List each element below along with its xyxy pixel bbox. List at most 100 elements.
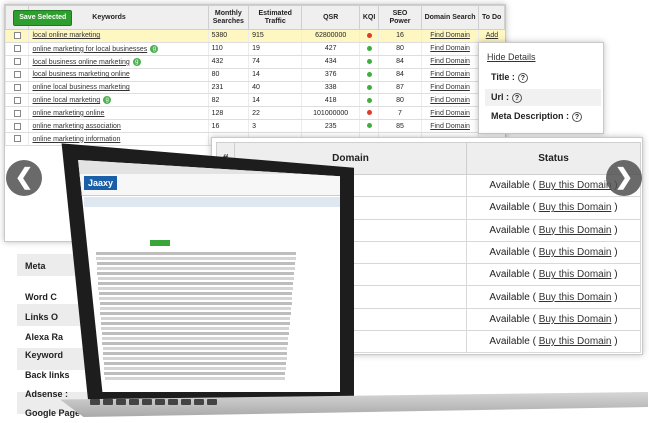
estimated-traffic-cell: 3: [248, 119, 302, 134]
row-checkbox[interactable]: [13, 109, 21, 117]
buy-domain-link[interactable]: Buy this Domain: [539, 202, 612, 213]
buy-domain-link[interactable]: Buy this Domain: [539, 314, 612, 325]
row-checkbox[interactable]: [13, 135, 21, 143]
keyword-row[interactable]: online local marketing g 82 14 418 80 Find Dom…: [5, 93, 505, 108]
status-text: Available (: [489, 180, 539, 192]
keyword-row[interactable]: local business marketing online 80 14 376 84…: [5, 68, 505, 82]
hide-details-link[interactable]: Hide Details: [487, 52, 536, 62]
estimated-traffic-cell: 915: [248, 29, 302, 43]
estimated-traffic-header[interactable]: Estimated Traffic: [248, 5, 303, 30]
buy-domain-link[interactable]: Buy this Domain: [539, 292, 612, 303]
keyword-link[interactable]: online marketing online: [32, 110, 104, 117]
buy-domain-link[interactable]: Buy this Domain: [539, 269, 612, 280]
keyword-row[interactable]: local business online marketing g 432 74 434…: [5, 55, 505, 69]
find-domain-link[interactable]: Find Domain: [430, 71, 470, 78]
row-checkbox[interactable]: [13, 96, 21, 104]
title-detail-row: Title :?: [485, 69, 601, 86]
estimated-traffic-cell: 14: [248, 68, 302, 82]
seo-power-header[interactable]: SEO Power: [378, 5, 422, 30]
next-slide-arrow-icon[interactable]: ❯: [606, 160, 642, 196]
status-text: Available (: [489, 247, 539, 259]
help-icon[interactable]: ?: [572, 111, 583, 122]
status-text: Available (: [489, 313, 539, 325]
keyword-link[interactable]: online marketing information: [32, 136, 120, 143]
find-domain-link[interactable]: Find Domain: [430, 45, 470, 52]
add-link[interactable]: Add: [486, 32, 498, 39]
buy-domain-link[interactable]: Buy this Domain: [539, 225, 612, 236]
back-links-label: Back links: [25, 370, 70, 380]
keyword-row[interactable]: online marketing for local businesses g 11…: [5, 42, 505, 56]
find-domain-link[interactable]: Find Domain: [430, 110, 470, 117]
monthly-searches-cell: 432: [207, 55, 249, 69]
keyword-details-panel: Hide Details Title :? Url :? Meta Descri…: [478, 42, 604, 134]
kqi-header[interactable]: KQI: [358, 5, 380, 30]
find-domain-link[interactable]: Find Domain: [430, 97, 470, 104]
find-domain-link[interactable]: Find Domain: [430, 123, 470, 130]
keyword-link[interactable]: local business marketing online: [32, 71, 129, 78]
keyword-link[interactable]: online local business marketing: [32, 84, 129, 91]
laptop-screen: Jaaxy: [78, 160, 340, 392]
todo-header: To Do: [478, 5, 505, 30]
previous-slide-arrow-icon[interactable]: ❮: [6, 160, 42, 196]
row-checkbox[interactable]: [13, 45, 21, 53]
row-checkbox[interactable]: [13, 32, 21, 40]
kqi-indicator-icon: [366, 58, 372, 64]
qsr-cell: 101000000: [301, 106, 360, 121]
monthly-searches-header[interactable]: Monthly Searches: [207, 5, 250, 30]
buy-domain-link[interactable]: Buy this Domain: [539, 180, 612, 191]
keywords-header[interactable]: Save Selected Keywords: [13, 5, 209, 30]
qsr-cell: 376: [301, 68, 360, 82]
keyword-link[interactable]: online local marketing: [32, 97, 100, 104]
kqi-indicator-icon: [366, 110, 372, 116]
row-checkbox[interactable]: [13, 83, 21, 91]
url-detail-row: Url :?: [485, 89, 601, 106]
row-checkbox[interactable]: [13, 58, 21, 66]
seo-power-cell: 80: [378, 42, 422, 56]
qsr-cell: 338: [301, 81, 360, 95]
estimated-traffic-cell: 40: [248, 81, 302, 95]
buy-domain-link[interactable]: Buy this Domain: [539, 247, 612, 258]
keyword-row[interactable]: local online marketing 5380 915 62800000 16 F…: [5, 29, 505, 43]
kqi-indicator-icon: [366, 71, 372, 77]
meta-description-detail-row: Meta Description :?: [485, 108, 601, 125]
seo-power-cell: 84: [378, 68, 422, 82]
kqi-indicator-icon: [366, 84, 372, 90]
find-domain-link[interactable]: Find Domain: [430, 84, 470, 91]
links-label: Links O: [25, 312, 59, 322]
keyword-row[interactable]: online local business marketing 231 40 338 8…: [5, 81, 505, 95]
monthly-searches-cell: 128: [207, 106, 249, 121]
keyword-row[interactable]: online marketing online 128 22 101000000 7 Fi…: [5, 106, 505, 121]
save-selected-button[interactable]: Save Selected: [13, 9, 73, 26]
keyword-link[interactable]: local business online marketing: [32, 59, 129, 66]
alexa-rank-label: Alexa Ra: [25, 332, 64, 342]
keyword-label: Keyword: [25, 350, 64, 360]
estimated-traffic-cell: 74: [248, 55, 302, 69]
word-count-label: Word C: [25, 292, 57, 302]
kqi-indicator-icon: [366, 97, 372, 103]
estimated-traffic-cell: 19: [248, 42, 302, 56]
row-checkbox[interactable]: [13, 70, 21, 78]
row-checkbox[interactable]: [13, 122, 21, 130]
seo-power-cell: 7: [378, 106, 422, 121]
qsr-cell: 418: [301, 93, 360, 108]
seo-power-cell: 85: [378, 119, 422, 134]
find-domain-link[interactable]: Find Domain: [430, 32, 470, 39]
site-rank-icon[interactable]: g: [150, 44, 159, 53]
seo-power-cell: 16: [378, 29, 422, 43]
site-rank-icon[interactable]: g: [103, 96, 112, 105]
site-rank-icon[interactable]: g: [132, 57, 141, 66]
qsr-header[interactable]: QSR: [301, 5, 360, 30]
seo-power-cell: 84: [378, 55, 422, 69]
keyword-row[interactable]: online marketing association 16 3 235 85 Find…: [5, 119, 505, 134]
seo-power-cell: 87: [378, 81, 422, 95]
keyword-link[interactable]: online marketing association: [32, 123, 120, 130]
buy-domain-link[interactable]: Buy this Domain: [539, 336, 612, 347]
find-domain-link[interactable]: Find Domain: [430, 58, 470, 65]
keyword-link[interactable]: online marketing for local businesses: [32, 46, 147, 53]
kqi-indicator-icon: [366, 33, 372, 39]
help-icon[interactable]: ?: [517, 72, 528, 83]
help-icon[interactable]: ?: [512, 92, 522, 103]
adsense-label: Adsense :: [25, 389, 69, 399]
qsr-cell: 427: [301, 42, 360, 56]
keyword-link[interactable]: local online marketing: [32, 32, 100, 39]
